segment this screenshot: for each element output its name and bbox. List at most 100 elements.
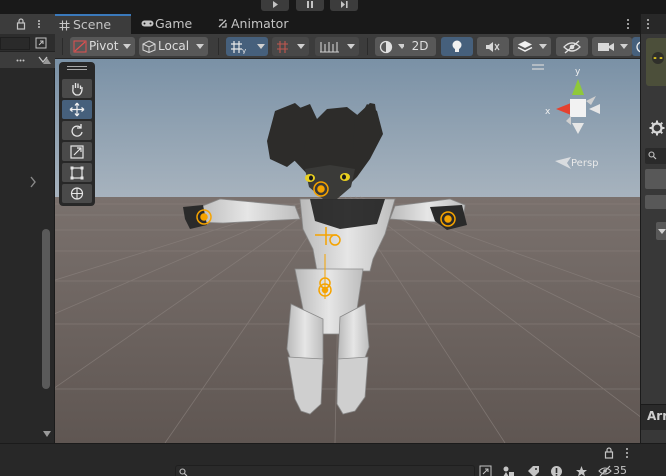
- animator-icon: [218, 19, 227, 28]
- caret-down-icon: [658, 229, 666, 234]
- rect-tool-button[interactable]: [62, 163, 92, 182]
- hand-tool-button[interactable]: [62, 79, 92, 98]
- inspector-bottom-section: Arr: [641, 404, 666, 430]
- scene-viewport[interactable]: y x Persp: [55, 59, 640, 443]
- step-button[interactable]: [330, 0, 358, 11]
- transform-globe-icon: [70, 187, 84, 200]
- rotate-tool-button[interactable]: [62, 121, 92, 140]
- filter-type-icon[interactable]: [502, 465, 515, 476]
- play-button[interactable]: [261, 0, 289, 11]
- projection-label[interactable]: Persp: [571, 158, 599, 169]
- menu-dots-icon[interactable]: [645, 18, 651, 30]
- scroll-down-icon[interactable]: [43, 431, 51, 437]
- tab-game-label: Game: [155, 16, 193, 31]
- lock-icon[interactable]: [604, 447, 614, 459]
- move-arrows-icon: [69, 102, 85, 117]
- hand-icon: [72, 83, 83, 96]
- scene-toolbar: Pivot Local y 2D: [55, 34, 644, 59]
- toolbar-grip: [62, 38, 63, 55]
- local-label: Local: [158, 39, 190, 53]
- project-panel-header: 35: [0, 443, 666, 476]
- warning-icon[interactable]: [550, 465, 563, 476]
- tab-animator[interactable]: Animator: [213, 14, 303, 34]
- audio-toggle[interactable]: [477, 37, 509, 56]
- play-controls-bar: [0, 0, 666, 14]
- pause-button[interactable]: [296, 0, 324, 11]
- maximize-icon[interactable]: [35, 37, 47, 49]
- menu-dots-icon[interactable]: [625, 18, 631, 30]
- scene-render: y x Persp: [55, 59, 640, 443]
- axis-y-label: y: [575, 67, 581, 77]
- gear-icon[interactable]: [649, 120, 665, 136]
- tab-game[interactable]: Game: [137, 14, 207, 34]
- toolbar-separator: [367, 38, 368, 55]
- lock-icon[interactable]: [16, 18, 26, 30]
- grid-icon: [59, 20, 70, 31]
- inspector-field[interactable]: [645, 195, 666, 209]
- mode-2d-label: 2D: [411, 39, 429, 53]
- effects-layers-icon: [517, 41, 533, 52]
- lighting-toggle[interactable]: [441, 37, 473, 56]
- mode-2d-toggle[interactable]: 2D: [404, 37, 436, 56]
- caret-down-icon: [347, 44, 355, 49]
- hierarchy-search-row: [0, 34, 55, 52]
- hierarchy-search-input[interactable]: [0, 37, 30, 50]
- rotate-icon: [71, 124, 83, 137]
- search-icon: [179, 468, 188, 476]
- lightbulb-icon: [452, 40, 462, 52]
- grid-snap-icon: y: [231, 41, 246, 54]
- tab-animator-label: Animator: [231, 16, 289, 31]
- camera-dropdown[interactable]: [592, 37, 632, 56]
- project-search-input[interactable]: [175, 465, 475, 476]
- scene-tab-bar: Scene Game Animator: [55, 14, 640, 34]
- chevron-right-icon[interactable]: [29, 176, 37, 188]
- local-dropdown[interactable]: Local: [139, 37, 208, 56]
- move-tool-button[interactable]: [62, 100, 92, 119]
- gizmo-snap-toggle[interactable]: [315, 37, 359, 56]
- inspector-field[interactable]: [645, 169, 666, 189]
- pause-icon: [307, 1, 313, 8]
- pivot-dropdown[interactable]: Pivot: [70, 37, 135, 56]
- ruler-icon: [320, 42, 339, 53]
- eye-hidden-icon: [598, 465, 612, 476]
- caret-down-icon: [620, 44, 628, 49]
- menu-dots-icon[interactable]: [34, 19, 44, 29]
- transform-tool-button[interactable]: [62, 184, 92, 203]
- menu-dots-icon[interactable]: [623, 447, 631, 459]
- hierarchy-scrollbar[interactable]: [42, 229, 50, 389]
- search-icon: [648, 151, 657, 160]
- snap-icon: [277, 41, 288, 53]
- hidden-count: 35: [613, 464, 627, 476]
- scroll-up-icon[interactable]: [43, 58, 51, 64]
- transform-tool-palette: [59, 62, 95, 206]
- unity-editor-window: Scene Game Animator Pivot Local y 2D y x…: [0, 0, 666, 476]
- rect-transform-icon: [70, 166, 84, 180]
- caret-down-icon: [257, 44, 265, 49]
- increment-snap-toggle[interactable]: [272, 37, 309, 56]
- scene-visibility-toggle[interactable]: [556, 37, 588, 56]
- star-icon[interactable]: [575, 465, 588, 476]
- inspector-panel: Arr: [640, 14, 666, 444]
- maximize-icon[interactable]: [479, 465, 492, 476]
- effects-dropdown[interactable]: [513, 37, 551, 56]
- hierarchy-header: [0, 14, 55, 34]
- step-icon: [341, 1, 348, 8]
- toolbar-separator: [218, 38, 219, 55]
- audio-mute-icon: [486, 42, 500, 52]
- model-thumbnail-icon: [652, 52, 664, 64]
- scale-tool-button[interactable]: [62, 142, 92, 161]
- hidden-packages-toggle[interactable]: 35: [598, 464, 636, 476]
- menu-dots-icon[interactable]: [16, 56, 25, 65]
- inspector-search-input[interactable]: [645, 148, 666, 164]
- filter-label-icon[interactable]: [527, 465, 540, 476]
- svg-text:y: y: [242, 47, 246, 54]
- shading-sphere-icon: [379, 40, 393, 54]
- caret-down-icon: [196, 44, 204, 49]
- avatar: [646, 38, 666, 86]
- tab-scene[interactable]: Scene: [55, 14, 131, 34]
- inspector-dropdown[interactable]: [656, 222, 666, 240]
- palette-grip[interactable]: [67, 66, 87, 67]
- caret-down-icon: [539, 44, 547, 49]
- inspector-tab-strip: [641, 14, 666, 34]
- grid-snap-toggle[interactable]: y: [226, 37, 268, 56]
